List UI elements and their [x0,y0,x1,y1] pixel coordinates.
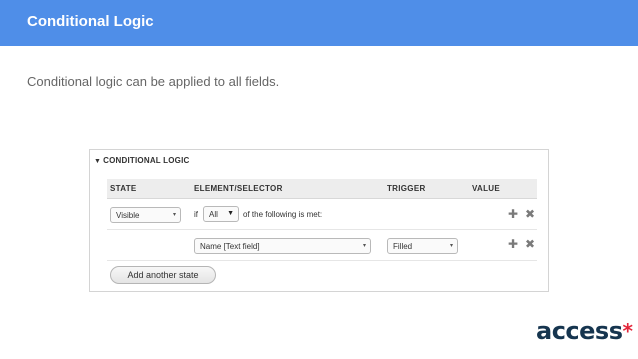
state-select[interactable]: Visible ▾ [110,207,181,223]
condition-suffix: of the following is met: [243,210,323,219]
conditions-table: STATE ELEMENT/SELECTOR TRIGGER VALUE Vis… [107,179,537,261]
column-header-value: VALUE [472,184,501,193]
panel-legend[interactable]: ▼ CONDITIONAL LOGIC [94,156,190,165]
remove-condition-icon[interactable]: ✖ [525,238,535,250]
title-bar: Conditional Logic [0,0,638,46]
collapse-triangle-icon[interactable]: ▼ [94,158,101,165]
chevron-down-icon: ▾ [362,243,366,249]
trigger-select[interactable]: Filled ▾ [387,238,458,254]
remove-condition-icon[interactable]: ✖ [525,208,535,220]
element-selector-select[interactable]: Name [Text field] ▾ [194,238,371,254]
trigger-select-value: Filled [393,242,413,251]
add-condition-icon[interactable]: ✚ [508,238,518,250]
column-header-state: STATE [110,184,137,193]
table-row: Name [Text field] ▾ Filled ▾ ✚ ✖ [107,230,537,261]
if-label: if [194,210,198,219]
element-selector-value: Name [Text field] [200,242,260,251]
conditional-logic-panel: ▼ CONDITIONAL LOGIC STATE ELEMENT/SELECTO… [89,149,549,292]
slide-title: Conditional Logic [27,13,154,30]
add-condition-icon[interactable]: ✚ [508,208,518,220]
intro-text: Conditional logic can be applied to all … [27,74,280,89]
column-header-trigger: TRIGGER [387,184,426,193]
column-header-element-selector: ELEMENT/SELECTOR [194,184,283,193]
logo-star: * [622,319,633,343]
access-logo: access* [536,317,633,345]
table-header: STATE ELEMENT/SELECTOR TRIGGER VALUE [107,179,537,199]
chevron-down-icon: ▾ [172,212,176,218]
panel-legend-label: CONDITIONAL LOGIC [103,156,190,165]
add-another-state-button[interactable]: Add another state [110,266,216,284]
chevron-down-icon: ▾ [449,243,453,249]
match-select[interactable]: All ▼ [203,206,239,222]
state-select-value: Visible [116,211,140,220]
match-select-value: All [209,210,218,219]
table-row: Visible ▾ if All ▼ of the following is m… [107,199,537,230]
chevron-down-icon: ▼ [227,210,234,217]
logo-text: access [536,317,623,345]
